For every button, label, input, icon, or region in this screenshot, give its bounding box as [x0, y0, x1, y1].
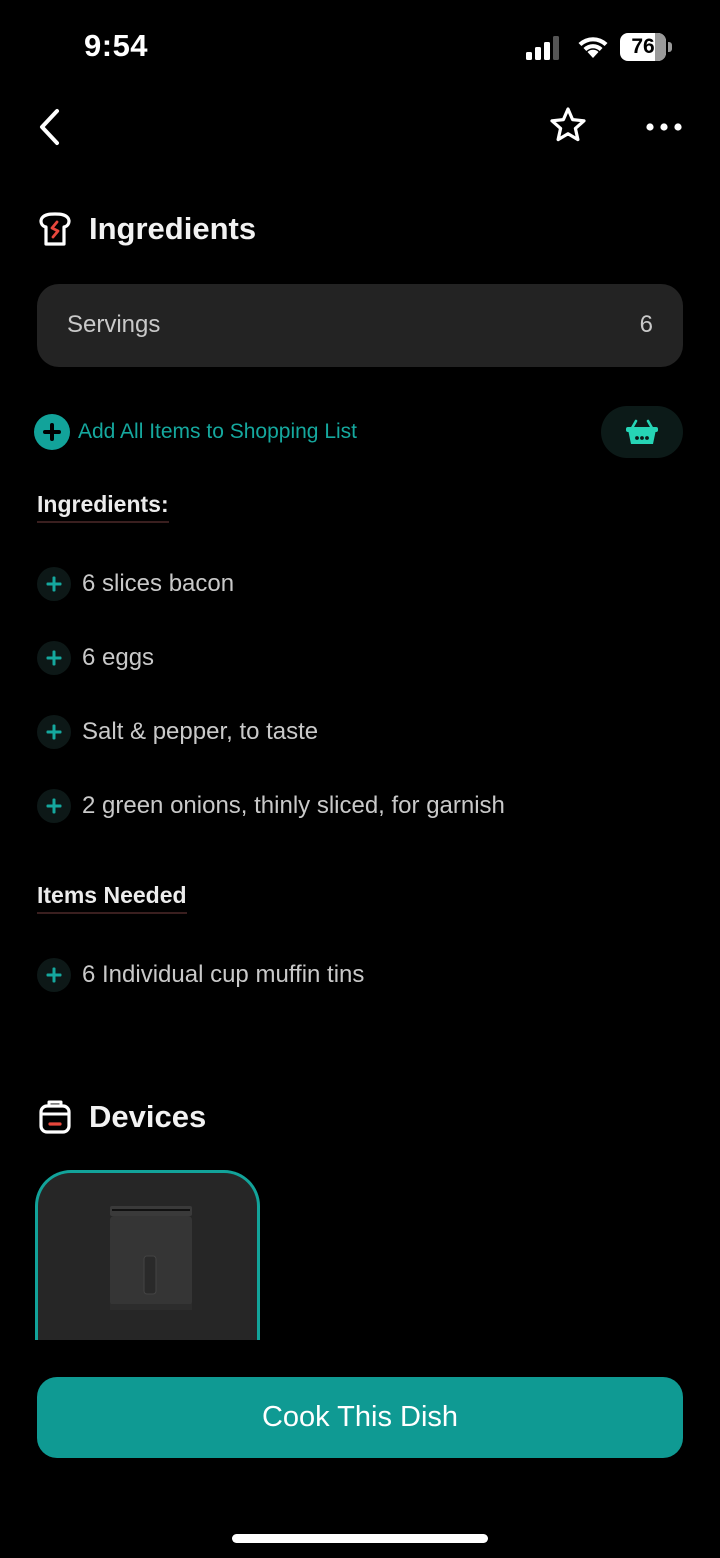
toast-icon — [39, 212, 71, 246]
ingredients-subheading: Ingredients: — [37, 491, 169, 523]
status-time: 9:54 — [84, 28, 149, 63]
add-item-icon[interactable] — [37, 567, 71, 601]
favorite-star-icon[interactable] — [547, 105, 589, 147]
ingredient-text: Salt & pepper, to taste — [82, 718, 319, 745]
status-bar: 9:54 76 — [0, 0, 720, 96]
wifi-icon — [578, 37, 608, 58]
item-needed-row[interactable]: 6 Individual cup muffin tins — [37, 955, 364, 995]
basket-icon — [626, 419, 658, 444]
device-card-air-fryer[interactable] — [35, 1170, 260, 1340]
ingredient-text: 2 green onions, thinly sliced, for garni… — [82, 792, 505, 819]
ingredient-row[interactable]: Salt & pepper, to taste — [37, 712, 318, 752]
ingredients-title: Ingredients — [89, 211, 257, 246]
air-fryer-icon — [39, 1100, 71, 1134]
ingredient-row[interactable]: 6 eggs — [37, 638, 154, 678]
ingredient-text: 6 eggs — [82, 644, 155, 671]
air-fryer-image — [110, 1206, 192, 1310]
more-options-icon[interactable] — [642, 110, 686, 144]
add-item-icon[interactable] — [37, 958, 71, 992]
item-needed-text: 6 Individual cup muffin tins — [82, 961, 365, 988]
add-item-icon[interactable] — [37, 715, 71, 749]
devices-title: Devices — [89, 1099, 207, 1134]
servings-selector[interactable]: Servings 6 — [37, 284, 683, 367]
add-item-icon[interactable] — [37, 641, 71, 675]
items-needed-subheading: Items Needed — [37, 882, 187, 914]
devices-header: Devices — [37, 1095, 206, 1139]
cook-this-dish-button[interactable]: Cook This Dish — [37, 1377, 683, 1458]
add-circle-icon — [34, 414, 70, 450]
servings-value: 6 — [639, 311, 653, 338]
battery-level: 76 — [631, 35, 655, 58]
shopping-basket-button[interactable] — [601, 406, 683, 458]
ingredient-text: 6 slices bacon — [82, 570, 235, 597]
battery-icon: 76 — [620, 33, 672, 61]
add-item-icon[interactable] — [37, 789, 71, 823]
add-all-label: Add All Items to Shopping List — [78, 420, 357, 443]
back-chevron-icon[interactable] — [30, 105, 70, 149]
ingredient-row[interactable]: 2 green onions, thinly sliced, for garni… — [37, 786, 505, 826]
home-indicator — [232, 1534, 488, 1543]
servings-label: Servings — [67, 311, 161, 338]
ingredients-header: Ingredients — [37, 207, 256, 251]
cellular-signal-icon — [526, 36, 559, 60]
ingredient-row[interactable]: 6 slices bacon — [37, 564, 234, 604]
add-all-to-shopping-list-button[interactable]: Add All Items to Shopping List — [34, 414, 357, 450]
